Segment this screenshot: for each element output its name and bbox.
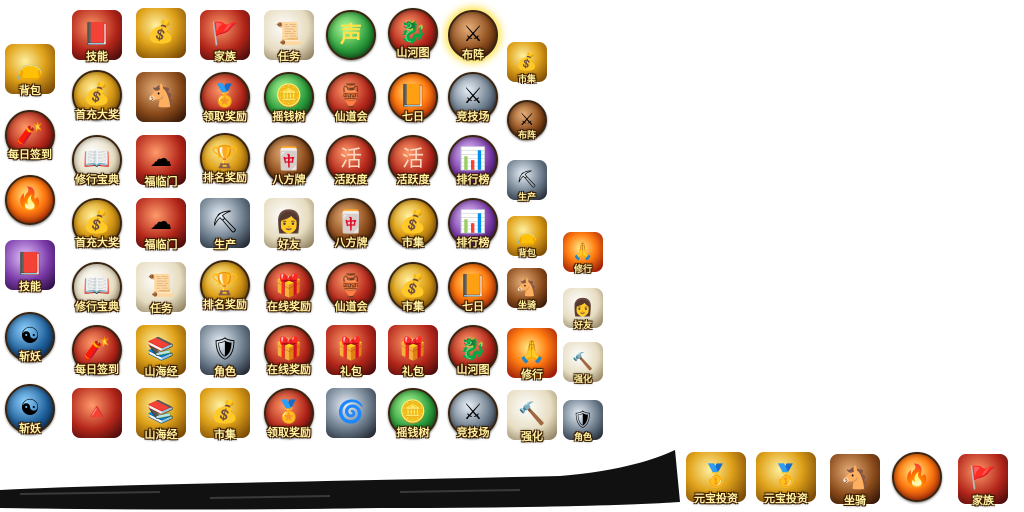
coin-tree-icon[interactable]: 🪙 摇钱树: [264, 72, 314, 123]
tablet-icon[interactable]: 🀄 八方牌: [326, 198, 376, 249]
mount-small-icon[interactable]: 🐴 坐骑: [507, 268, 547, 311]
voice-orb-icon[interactable]: 声: [326, 10, 376, 60]
coin-tree-icon[interactable]: 🪙 摇钱树: [388, 388, 438, 439]
incense-burner-icon[interactable]: 🏺 仙道会: [326, 72, 376, 123]
formation-icon[interactable]: ⚔ 布阵: [448, 10, 498, 61]
gold-pot-icon[interactable]: 💰 首充大奖: [72, 70, 122, 121]
armor-small-icon[interactable]: 🛡 角色: [563, 400, 603, 443]
manual-icon[interactable]: 📖 修行宝典: [72, 135, 122, 186]
forge-icon[interactable]: 🔨 强化: [507, 390, 557, 443]
classic-book-icon[interactable]: 📚 山海经: [136, 388, 186, 441]
bag-icon[interactable]: 👝 背包: [5, 44, 55, 97]
leaderboard-icon[interactable]: 📊 排行榜: [448, 135, 498, 186]
dragon-medallion-icon[interactable]: 🐉 山河图: [448, 325, 498, 376]
market-icon[interactable]: 💰 市集: [388, 262, 438, 313]
tablet-icon[interactable]: 🀄 八方牌: [264, 135, 314, 186]
winged-emblem-icon[interactable]: 🔺: [72, 388, 122, 438]
dragon-medallion-icon[interactable]: 🐉 山河图: [388, 8, 438, 59]
book-icon[interactable]: 📕 技能: [72, 10, 122, 63]
gift-box-icon[interactable]: 🎁 在线奖励: [264, 262, 314, 313]
activity-jar-icon[interactable]: 活活跃度: [388, 135, 438, 186]
lucky-cloud-icon[interactable]: ☁ 福临门: [136, 135, 186, 188]
ranking-vessel-icon[interactable]: 🏆 排名奖励: [200, 133, 250, 184]
banner-icon[interactable]: 🚩 家族: [958, 454, 1008, 507]
firecracker-icon[interactable]: 🧨 每日签到: [5, 110, 55, 161]
firecracker-icon[interactable]: 🧨 每日签到: [72, 325, 122, 376]
gift-pack-icon[interactable]: 🎁 礼包: [388, 325, 438, 378]
book-glow-icon[interactable]: 📕 技能: [5, 240, 55, 293]
ingot-invest-icon[interactable]: 🥇 元宝投资: [686, 452, 746, 505]
activity-jar-icon[interactable]: 活活跃度: [326, 135, 376, 186]
seven-day-book-icon[interactable]: 📙 七日: [448, 262, 498, 313]
fire-orb-icon[interactable]: 🔥: [5, 175, 55, 225]
formation-small-icon[interactable]: ⚔ 布阵: [507, 100, 547, 141]
manual-icon[interactable]: 📖 修行宝典: [72, 262, 122, 313]
gold-ingots-icon[interactable]: 💰: [136, 8, 186, 58]
praying-hands-icon[interactable]: 🙏 修行: [507, 328, 557, 381]
crossed-swords-icon[interactable]: ⚔ 竞技场: [448, 72, 498, 123]
armor-icon[interactable]: 🛡 角色: [200, 325, 250, 378]
pickaxe-small-icon[interactable]: ⛏ 生产: [507, 160, 547, 203]
crossed-swords-icon[interactable]: ⚔ 竞技场: [448, 388, 498, 439]
bag-small-icon[interactable]: 👝 背包: [507, 216, 547, 259]
ingot-invest-icon[interactable]: 🥇 元宝投资: [756, 452, 816, 505]
forge-small-icon[interactable]: 🔨 强化: [563, 342, 603, 385]
mount-icon[interactable]: 🐴 坐骑: [830, 454, 880, 507]
lucky-cloud-icon[interactable]: ☁ 福临门: [136, 198, 186, 251]
horse-head-icon[interactable]: 🐴: [136, 72, 186, 122]
reward-medal-icon[interactable]: 🏅 领取奖励: [264, 388, 314, 439]
incense-burner-icon[interactable]: 🏺 仙道会: [326, 262, 376, 313]
seven-day-book-icon[interactable]: 📙 七日: [388, 72, 438, 123]
market-icon[interactable]: 💰 市集: [200, 388, 250, 441]
pickaxe-icon[interactable]: ⛏ 生产: [200, 198, 250, 251]
banner-icon[interactable]: 🚩 家族: [200, 10, 250, 63]
gift-box-icon[interactable]: 🎁 在线奖励: [264, 325, 314, 376]
ranking-vessel-icon[interactable]: 🏆 排名奖励: [200, 260, 250, 311]
scroll-icon[interactable]: 📜 任务: [264, 10, 314, 63]
gold-pot-icon[interactable]: 💰 首充大奖: [72, 198, 122, 249]
taiji-sword-icon[interactable]: ☯ 斩妖: [5, 384, 55, 435]
friend-small-icon[interactable]: 👩 好友: [563, 288, 603, 331]
scroll-icon[interactable]: 📜 任务: [136, 262, 186, 315]
swirl-stone-icon[interactable]: 🌀: [326, 388, 376, 438]
taiji-sword-icon[interactable]: ☯ 斩妖: [5, 312, 55, 363]
fire-orb-icon[interactable]: 🔥: [892, 452, 942, 502]
market-bag-icon[interactable]: 💰 市集: [507, 42, 547, 85]
market-icon[interactable]: 💰 市集: [388, 198, 438, 249]
friend-portrait-icon[interactable]: 👩 好友: [264, 198, 314, 251]
reward-medal-icon[interactable]: 🏅 领取奖励: [200, 72, 250, 123]
ink-brush-stroke: [0, 450, 680, 510]
leaderboard-icon[interactable]: 📊 排行榜: [448, 198, 498, 249]
praying-hands-small-icon[interactable]: 🙏 修行: [563, 232, 603, 275]
gift-pack-icon[interactable]: 🎁 礼包: [326, 325, 376, 378]
classic-book-icon[interactable]: 📚 山海经: [136, 325, 186, 378]
